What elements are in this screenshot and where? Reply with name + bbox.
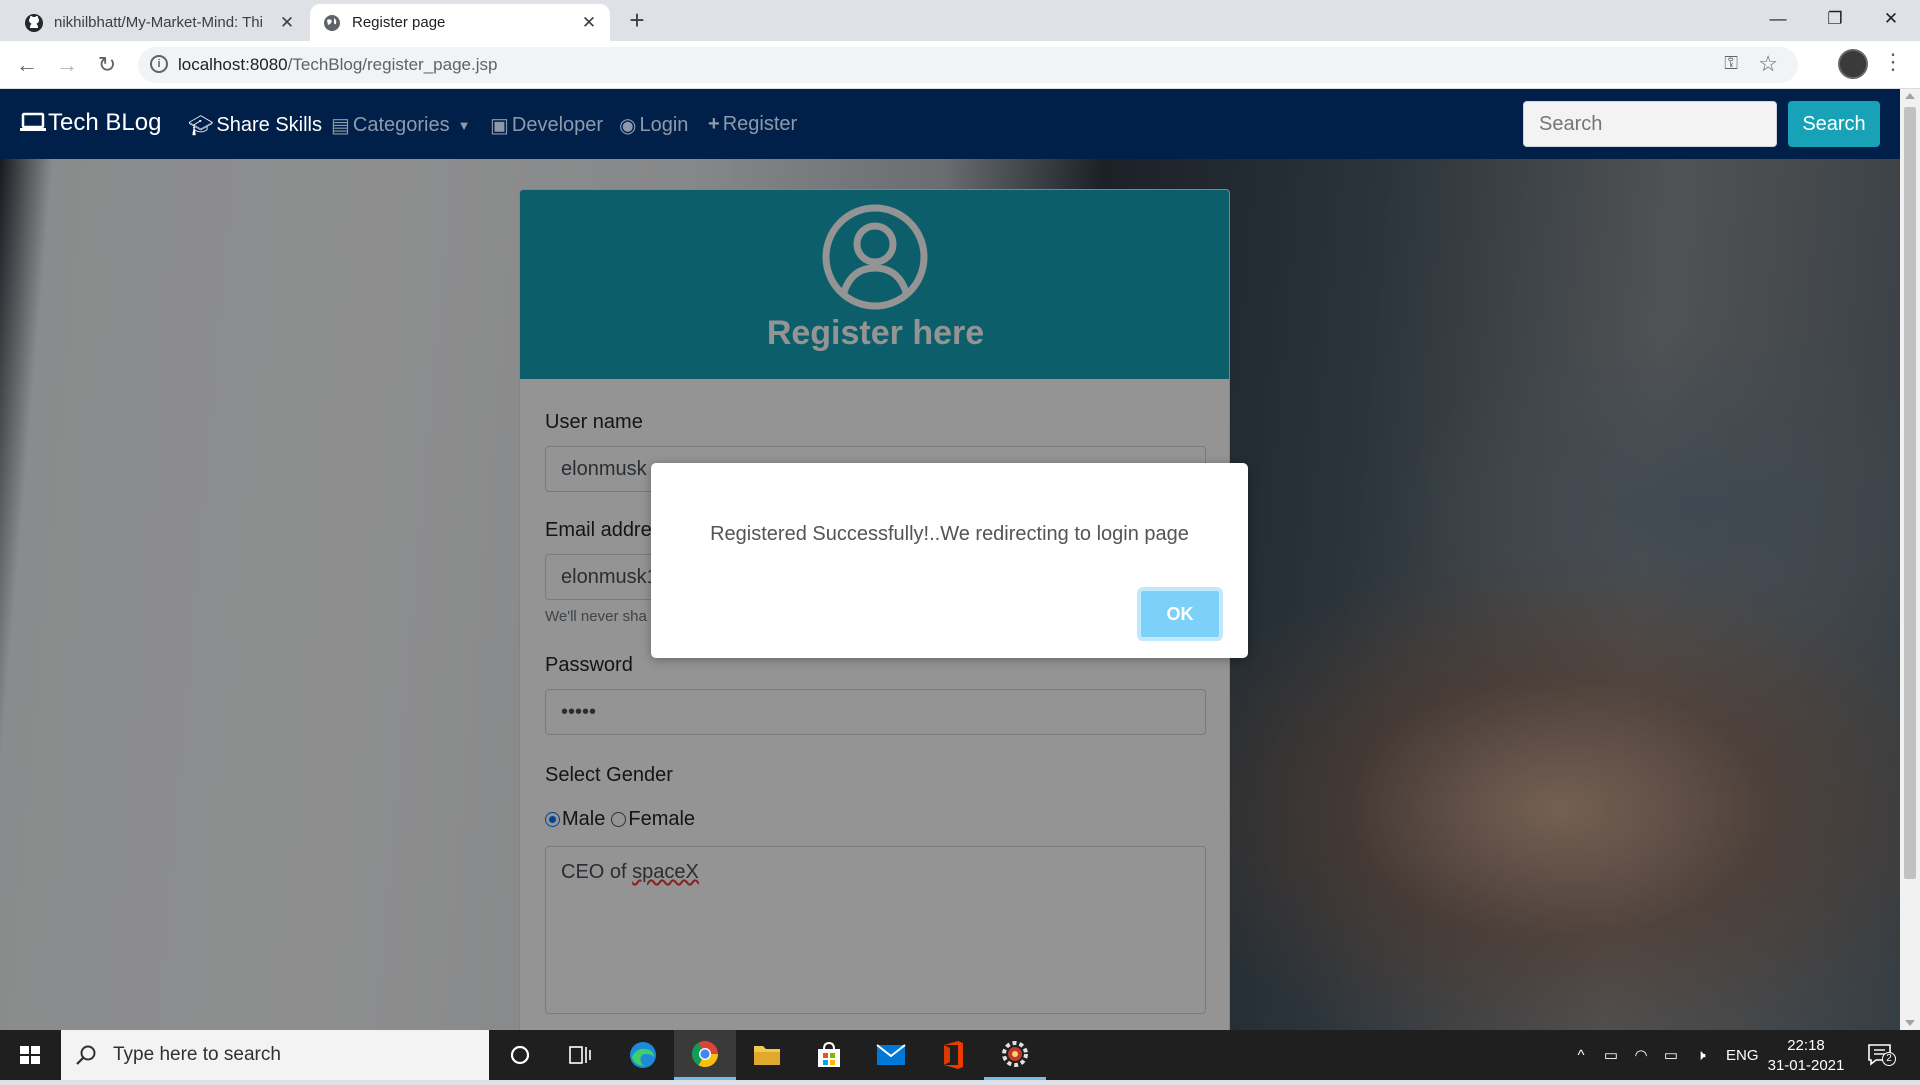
page-scrollbar[interactable]: [1900, 89, 1920, 1030]
scroll-up-arrow-icon[interactable]: [1905, 93, 1915, 99]
star-icon[interactable]: ☆: [1758, 51, 1778, 77]
url-text: localhost:8080/TechBlog/register_page.js…: [178, 55, 497, 75]
url-path: /TechBlog/register_page.jsp: [287, 55, 498, 74]
page-viewport: Register here User name elonmusk Email a…: [0, 89, 1900, 1030]
taskbar-search-placeholder: Type here to search: [113, 1044, 281, 1065]
globe-icon: [324, 14, 340, 31]
tab-title: nikhilbhatt/My-Market-Mind: Thi: [54, 14, 263, 31]
key-icon[interactable]: ⚿: [1724, 53, 1738, 74]
scrollbar-thumb[interactable]: [1904, 107, 1916, 879]
close-window-icon[interactable]: ✕: [1862, 0, 1920, 41]
tab-github[interactable]: nikhilbhatt/My-Market-Mind: Thi ✕: [12, 4, 308, 41]
browser-tab-bar: nikhilbhatt/My-Market-Mind: Thi ✕ Regist…: [0, 0, 1920, 41]
settings-gear-icon[interactable]: [984, 1030, 1046, 1080]
navbar-overlay: [0, 89, 1900, 159]
file-explorer-icon[interactable]: [736, 1030, 798, 1080]
language-indicator[interactable]: ENG: [1726, 1047, 1759, 1064]
forward-arrow-icon[interactable]: →: [52, 50, 82, 80]
system-tray: ^ ▭ ◠ ▭ 🕨︎ ENG: [1570, 1030, 1759, 1080]
meet-now-icon[interactable]: ▭: [1600, 1046, 1622, 1064]
scroll-down-arrow-icon[interactable]: [1905, 1020, 1915, 1026]
tab-register-page[interactable]: Register page ✕: [310, 4, 610, 41]
close-tab-icon[interactable]: ✕: [278, 13, 296, 33]
more-menu-icon[interactable]: ⋮: [1882, 49, 1904, 75]
profile-avatar[interactable]: [1838, 49, 1868, 79]
close-tab-icon[interactable]: ✕: [580, 13, 598, 33]
start-button[interactable]: [0, 1030, 60, 1080]
github-icon: [25, 13, 43, 32]
wifi-icon[interactable]: ◠: [1630, 1046, 1652, 1064]
taskbar-clock[interactable]: 22:18 31-01-2021: [1758, 1036, 1854, 1076]
clock-date: 31-01-2021: [1767, 1057, 1845, 1074]
reload-icon[interactable]: ↻: [92, 50, 122, 80]
action-center-icon[interactable]: 2: [1866, 1042, 1896, 1068]
search-icon: [76, 1045, 96, 1065]
url-host: localhost:8080: [178, 55, 288, 74]
windows-logo-icon: [20, 1046, 40, 1064]
clock-time: 22:18: [1787, 1037, 1825, 1054]
taskbar-search-box[interactable]: Type here to search: [61, 1030, 489, 1080]
chrome-icon[interactable]: [674, 1030, 736, 1080]
notification-count-badge: 2: [1882, 1052, 1896, 1066]
alert-dialog: Registered Successfully!..We redirecting…: [651, 463, 1248, 658]
battery-icon[interactable]: ▭: [1660, 1046, 1682, 1064]
new-tab-button[interactable]: +: [622, 6, 652, 36]
office-icon[interactable]: [922, 1030, 984, 1080]
info-icon[interactable]: i: [150, 55, 168, 73]
back-arrow-icon[interactable]: ←: [12, 50, 42, 80]
restore-icon[interactable]: ❐: [1806, 0, 1864, 41]
task-view-icon[interactable]: [549, 1030, 611, 1080]
browser-toolbar: ← → ↻ i localhost:8080/TechBlog/register…: [0, 41, 1920, 89]
address-bar[interactable]: i localhost:8080/TechBlog/register_page.…: [138, 47, 1798, 83]
store-icon[interactable]: [798, 1030, 860, 1080]
alert-message: Registered Successfully!..We redirecting…: [710, 523, 1189, 545]
edge-icon[interactable]: [612, 1030, 674, 1080]
show-hidden-icons-icon[interactable]: ^: [1570, 1047, 1592, 1064]
minimize-icon[interactable]: —: [1749, 0, 1807, 41]
ok-button[interactable]: OK: [1137, 587, 1223, 641]
tab-title: Register page: [352, 14, 446, 31]
volume-icon[interactable]: 🕨︎: [1690, 1047, 1712, 1064]
windows-taskbar: Type here to search ^ ▭ ◠ ▭ 🕨︎ ENG 22:18…: [0, 1030, 1920, 1080]
cortana-icon[interactable]: [489, 1030, 551, 1080]
mail-icon[interactable]: [860, 1030, 922, 1080]
